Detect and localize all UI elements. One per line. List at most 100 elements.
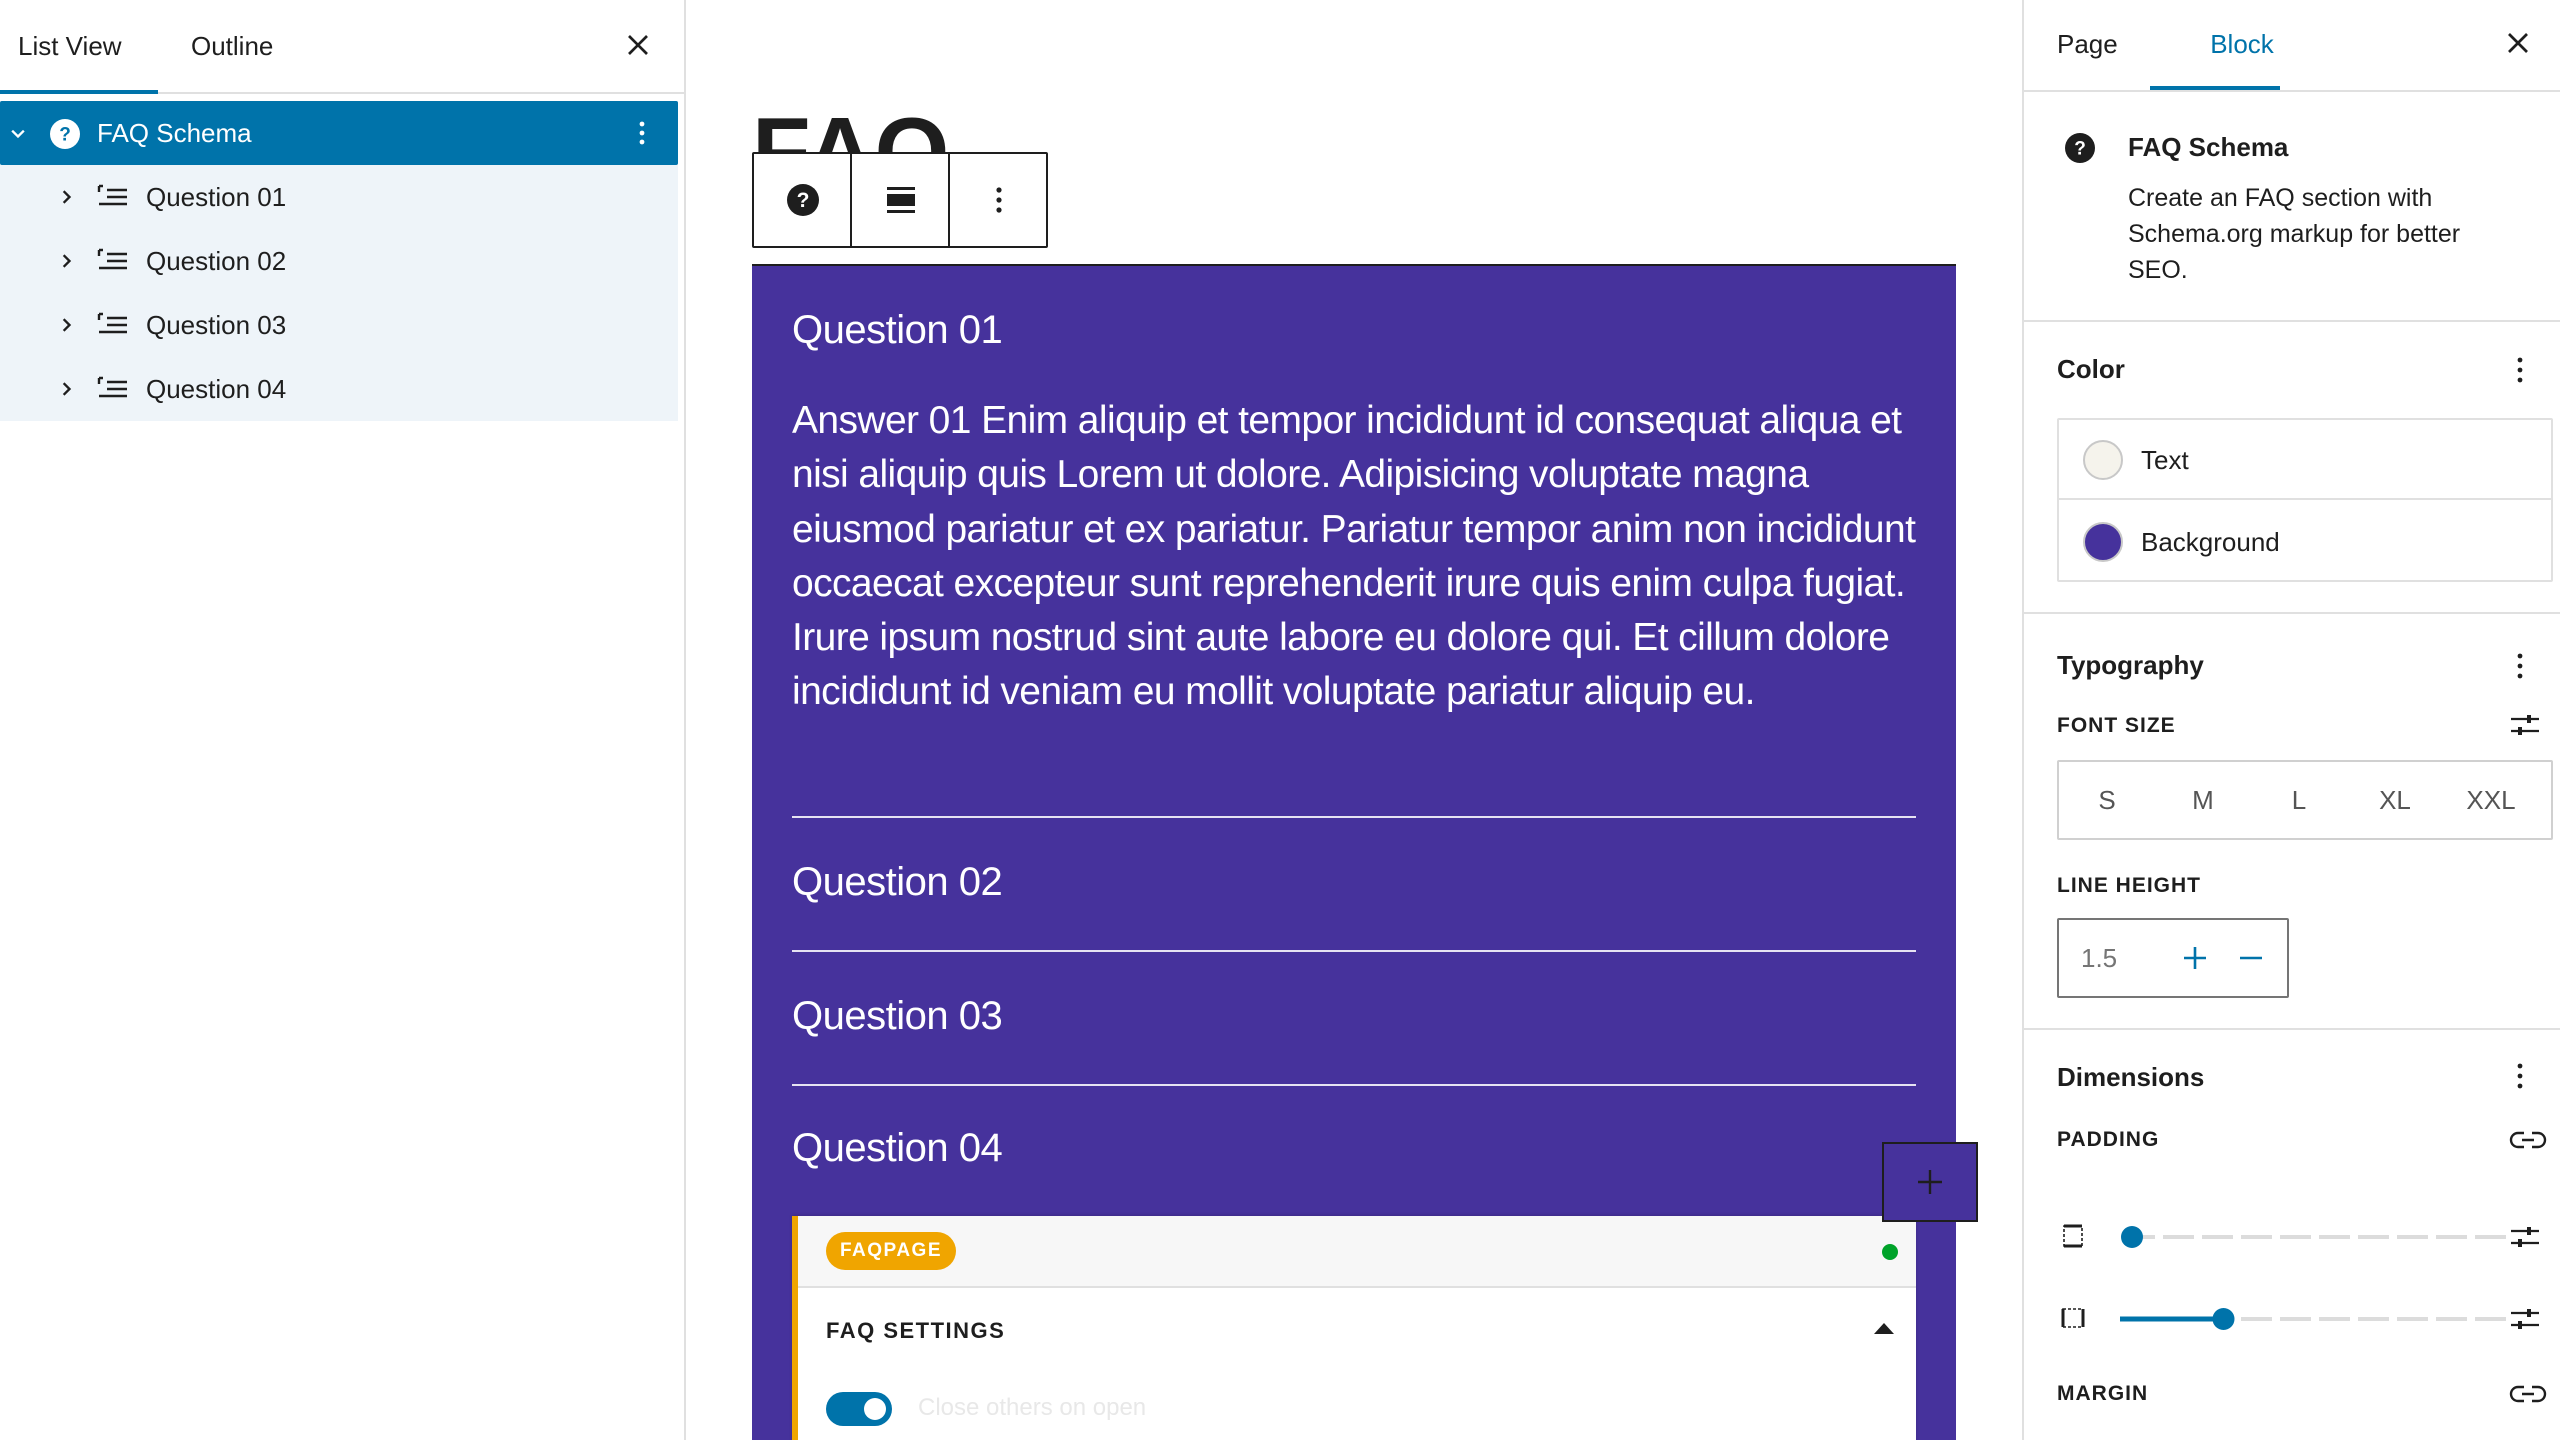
block-tree: ? FAQ Schema Question 01 Question 02 Que… — [0, 101, 678, 421]
padding-vertical-slider[interactable] — [2120, 1222, 2510, 1252]
tree-item-label: Question 04 — [146, 374, 287, 404]
chevron-right-icon[interactable] — [52, 183, 80, 211]
block-card: ? FAQ Schema Create an FAQ section with … — [2024, 92, 2560, 322]
font-size-option[interactable]: XL — [2347, 762, 2443, 838]
color-panel: Color Text Background — [2024, 322, 2560, 614]
color-label: Text — [2141, 445, 2189, 475]
tree-item-label: Question 03 — [146, 310, 287, 340]
padding-horizontal-slider[interactable] — [2120, 1304, 2510, 1334]
plus-icon[interactable] — [2177, 940, 2213, 976]
close-icon[interactable] — [2500, 25, 2536, 61]
panel-title: Color — [2057, 354, 2125, 384]
font-size-label: FONT SIZE — [2057, 714, 2176, 737]
active-tab-indicator — [2150, 86, 2280, 90]
list-heading-icon — [97, 376, 127, 398]
more-options-icon[interactable] — [2504, 648, 2536, 684]
font-size-picker: S M L XL XXL — [2057, 760, 2553, 840]
more-options-icon[interactable] — [626, 117, 658, 149]
faq-answer[interactable]: Answer 01 Enim aliquip et tempor incidid… — [792, 394, 1922, 720]
list-heading-icon — [97, 248, 127, 270]
block-type-button[interactable]: ? — [754, 154, 852, 246]
close-others-toggle[interactable] — [826, 1392, 892, 1426]
faq-question[interactable]: Question 04 — [792, 1126, 1003, 1171]
close-icon[interactable] — [620, 27, 656, 63]
page-heading[interactable]: FAQ — [752, 104, 949, 156]
align-button[interactable] — [852, 154, 950, 246]
faq-divider — [792, 950, 1916, 952]
help-icon: ? — [50, 119, 80, 149]
list-view-panel: List View Outline ? FAQ Schema Question … — [0, 0, 686, 1440]
minus-icon[interactable] — [2233, 940, 2269, 976]
svg-text:?: ? — [797, 189, 810, 212]
add-block-button[interactable] — [1882, 1142, 1978, 1222]
tree-item-label: Question 01 — [146, 182, 287, 212]
tree-item-label: FAQ Schema — [97, 118, 252, 148]
font-size-option[interactable]: L — [2251, 762, 2347, 838]
caret-up-icon[interactable] — [1872, 1320, 1896, 1336]
list-heading-icon — [97, 312, 127, 334]
faq-divider — [792, 1084, 1916, 1086]
faq-settings-title[interactable]: FAQ SETTINGS — [826, 1318, 1005, 1344]
tree-item-faq-schema[interactable]: ? FAQ Schema — [0, 101, 678, 165]
help-icon: ? — [2065, 133, 2095, 163]
chevron-right-icon[interactable] — [52, 311, 80, 339]
tab-outline[interactable]: Outline — [191, 0, 273, 94]
left-panel-tabs: List View Outline — [0, 0, 684, 94]
link-icon[interactable] — [2508, 1378, 2548, 1410]
block-description: Create an FAQ section with Schema.org ma… — [2128, 184, 2461, 284]
chevron-right-icon[interactable] — [52, 375, 80, 403]
faq-divider — [792, 816, 1916, 818]
color-item-background[interactable]: Background — [2059, 502, 2551, 582]
more-options-icon[interactable] — [2504, 1058, 2536, 1094]
more-options-icon[interactable] — [2504, 352, 2536, 388]
settings-sliders-icon[interactable] — [2508, 1220, 2542, 1254]
color-swatch — [2083, 522, 2123, 562]
toggle-label: Close others on open — [918, 1394, 1147, 1421]
slider-thumb — [2121, 1226, 2143, 1248]
schema-panel-header: FAQPAGE — [798, 1216, 1916, 1288]
font-size-option[interactable]: S — [2059, 762, 2155, 838]
margin-label: MARGIN — [2057, 1382, 2149, 1405]
plus-icon — [1918, 1170, 1942, 1194]
faq-question[interactable]: Question 02 — [792, 860, 1003, 905]
svg-text:?: ? — [2074, 139, 2086, 160]
chevron-down-icon[interactable] — [4, 119, 32, 147]
tree-item-question-03[interactable]: Question 03 — [0, 293, 678, 357]
block-options-button[interactable] — [950, 154, 1048, 246]
faq-question[interactable]: Question 01 — [792, 308, 1003, 353]
line-height-placeholder: 1.5 — [2081, 943, 2118, 973]
block-title: FAQ Schema — [2128, 132, 2289, 162]
settings-sliders-icon[interactable] — [2508, 708, 2542, 742]
sidebar-tabs: Page Block — [2024, 0, 2560, 92]
chevron-right-icon[interactable] — [52, 247, 80, 275]
more-options-icon — [996, 187, 1002, 213]
line-height-input[interactable]: 1.5 — [2057, 918, 2289, 998]
font-size-option[interactable]: XXL — [2443, 762, 2539, 838]
status-indicator — [1882, 1244, 1898, 1260]
settings-sliders-icon[interactable] — [2508, 1302, 2542, 1336]
font-size-option[interactable]: M — [2155, 762, 2251, 838]
panel-title: Typography — [2057, 650, 2204, 680]
editor-canvas: FAQ ? Question 01 Answer 01 Enim aliquip… — [688, 0, 2020, 1440]
panel-title: Dimensions — [2057, 1062, 2205, 1092]
tab-block[interactable]: Block — [2182, 0, 2302, 90]
tree-item-question-01[interactable]: Question 01 — [0, 165, 678, 229]
faq-schema-block[interactable]: Question 01 Answer 01 Enim aliquip et te… — [752, 264, 1978, 1440]
padding-label: PADDING — [2057, 1128, 2160, 1151]
tab-list-view[interactable]: List View — [18, 0, 122, 94]
line-height-label: LINE HEIGHT — [2057, 874, 2202, 897]
tab-page[interactable]: Page — [2057, 0, 2118, 90]
color-label: Background — [2141, 527, 2280, 557]
link-icon[interactable] — [2508, 1124, 2548, 1156]
tree-item-question-04[interactable]: Question 04 — [0, 357, 678, 421]
faq-question[interactable]: Question 03 — [792, 994, 1003, 1039]
color-list: Text Background — [2057, 418, 2553, 582]
tree-item-question-02[interactable]: Question 02 — [0, 229, 678, 293]
tree-item-label: Question 02 — [146, 246, 287, 276]
slider-thumb — [2212, 1308, 2235, 1330]
settings-sidebar: Page Block ? FAQ Schema Create an FAQ se… — [2022, 0, 2560, 1440]
color-item-text[interactable]: Text — [2059, 420, 2551, 500]
color-swatch — [2083, 440, 2123, 480]
schema-settings-panel: FAQPAGE FAQ SETTINGS Close others on ope… — [792, 1216, 1916, 1440]
dimensions-panel: Dimensions PADDING MARGIN — [2024, 1030, 2560, 1440]
